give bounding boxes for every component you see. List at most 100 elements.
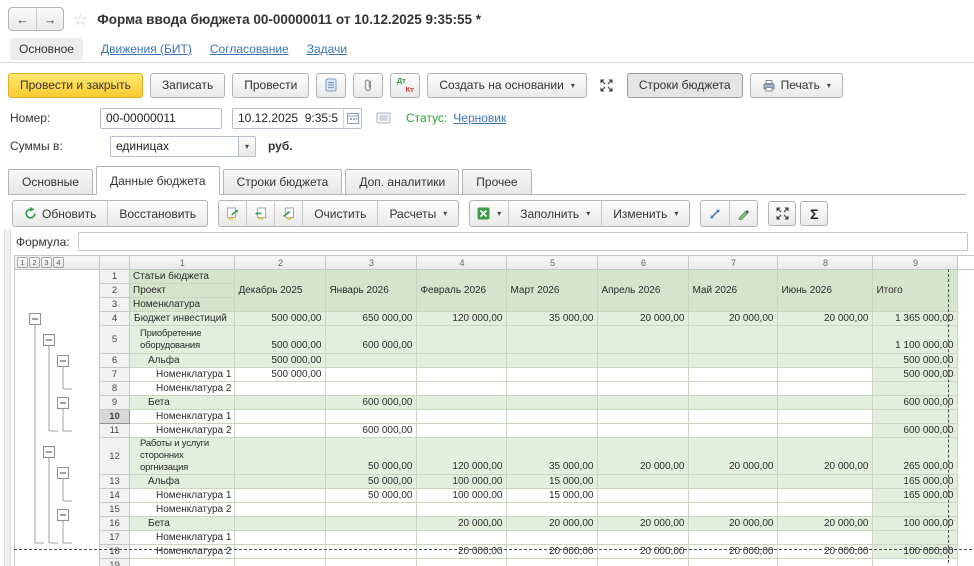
status-link[interactable]: Черновик [453,111,506,125]
grid-cell[interactable] [689,382,778,396]
grid-row-label[interactable]: Номенклатура 2 [130,545,235,559]
formula-input[interactable] [78,232,968,251]
group-expander[interactable] [58,398,69,409]
grid-row-number[interactable]: 6 [100,354,130,368]
grid-cell[interactable]: 600 000,00 [326,424,417,438]
group-tree[interactable] [15,270,100,566]
restore-button[interactable]: Восстановить [107,201,207,226]
grid-cell[interactable] [873,410,958,424]
grid-cell[interactable] [689,410,778,424]
grid-row-label[interactable]: Номенклатура 1 [130,531,235,545]
grid-cell[interactable] [326,382,417,396]
grid-cell[interactable]: 15 000,00 [507,475,598,489]
grid-row-number[interactable]: 7 [100,368,130,382]
grid-cell[interactable] [598,559,689,566]
grid-cell[interactable]: 1 365 000,00 [873,312,958,326]
grid-cell[interactable] [689,354,778,368]
grid-row-number[interactable]: 1 [100,270,130,284]
grid-cell[interactable]: 20 000,00 [689,545,778,559]
grid-cell[interactable] [689,559,778,566]
post-button[interactable]: Провести [232,73,309,98]
grid-cell[interactable]: 35 000,00 [507,438,598,475]
grid-cell[interactable] [507,326,598,354]
grid-cell[interactable] [598,410,689,424]
grid-cell[interactable]: 600 000,00 [326,326,417,354]
calendar-icon[interactable] [343,109,361,128]
grid-cell[interactable] [417,382,507,396]
grid-row-label[interactable]: Приобретение оборудования [130,326,235,354]
nav-item-movements[interactable]: Движения (БИТ) [101,42,192,56]
grid-cell[interactable] [778,489,873,503]
document-journal-icon[interactable] [370,106,396,131]
grid-cell[interactable]: 600 000,00 [873,424,958,438]
grid-cell[interactable]: 20 000,00 [778,438,873,475]
grid-cell[interactable]: 20 000,00 [598,545,689,559]
sum-button[interactable]: Σ [800,201,828,226]
column-number-cell[interactable]: 2 [235,256,326,270]
group-level-button[interactable]: 2 [29,257,40,268]
period-header-cell[interactable]: Февраль 2026 [417,270,507,312]
nav-item-approval[interactable]: Согласование [210,42,289,56]
grid-row-label[interactable]: Номенклатура 1 [130,410,235,424]
grid-cell[interactable]: 100 000,00 [417,475,507,489]
group-expander[interactable] [44,447,55,458]
chevron-down-icon[interactable]: ▾ [238,137,255,156]
post-and-close-button[interactable]: Провести и закрыть [8,73,143,98]
grid-cell[interactable] [778,382,873,396]
grid-cell[interactable] [507,382,598,396]
grid-cell[interactable] [689,326,778,354]
column-number-cell[interactable]: 6 [598,256,689,270]
grid-cell[interactable]: 20 000,00 [689,438,778,475]
dimension-label-cell[interactable]: Статьи бюджета [130,270,235,284]
grid-cell[interactable] [598,368,689,382]
grid-cell[interactable] [417,503,507,517]
grid-row-label[interactable]: Номенклатура 2 [130,503,235,517]
grid-cell[interactable]: 15 000,00 [507,489,598,503]
grid-row-number[interactable]: 11 [100,424,130,438]
budget-lines-button[interactable]: Строки бюджета [627,73,743,98]
tab-other[interactable]: Прочее [462,169,531,194]
grid-cell[interactable]: 20 000,00 [507,517,598,531]
grid-cell[interactable] [598,531,689,545]
grid-row-label[interactable]: Бюджет инвестиций [130,312,235,326]
dimension-label-cell[interactable]: Номенклатура [130,298,235,312]
grid-cell[interactable] [507,396,598,410]
grid-cell[interactable] [598,503,689,517]
grid-cell[interactable]: 120 000,00 [417,312,507,326]
grid-row-label[interactable]: Бета [130,517,235,531]
grid-cell[interactable] [235,517,326,531]
load-budget-button[interactable] [219,201,246,226]
grid-row-number[interactable]: 13 [100,475,130,489]
grid-cell[interactable] [778,475,873,489]
grid-cell[interactable] [778,531,873,545]
grid-cell[interactable] [689,489,778,503]
attachments-button[interactable] [353,73,383,98]
grid-cell[interactable] [778,503,873,517]
grid-row-label[interactable]: Номенклатура 2 [130,382,235,396]
grid-cell[interactable] [778,424,873,438]
grid-row-number[interactable]: 5 [100,326,130,354]
grid-cell[interactable] [689,396,778,410]
grid-cell[interactable] [235,424,326,438]
column-number-cell[interactable]: 9 [873,256,958,270]
number-input[interactable] [100,108,222,129]
grid-cell[interactable] [326,517,417,531]
grid-cell[interactable]: 100 000,00 [873,517,958,531]
write-button[interactable]: Записать [150,73,225,98]
grid-cell[interactable] [326,354,417,368]
grid-cell[interactable] [778,368,873,382]
column-number-cell[interactable]: 7 [689,256,778,270]
group-expander[interactable] [44,335,55,346]
grid-cell[interactable] [417,559,507,566]
grid-cell[interactable] [235,489,326,503]
grid-cell[interactable]: 50 000,00 [326,438,417,475]
period-header-cell[interactable]: Май 2026 [689,270,778,312]
grid-cell[interactable]: 500 000,00 [873,354,958,368]
grid-row-label[interactable]: Номенклатура 1 [130,368,235,382]
dimension-label-cell[interactable]: Проект [130,284,235,298]
grid-cell[interactable] [507,503,598,517]
grid-cell[interactable] [235,545,326,559]
grid-row-number[interactable]: 18 [100,545,130,559]
period-header-cell[interactable]: Июнь 2026 [778,270,873,312]
date-field[interactable] [232,108,362,129]
